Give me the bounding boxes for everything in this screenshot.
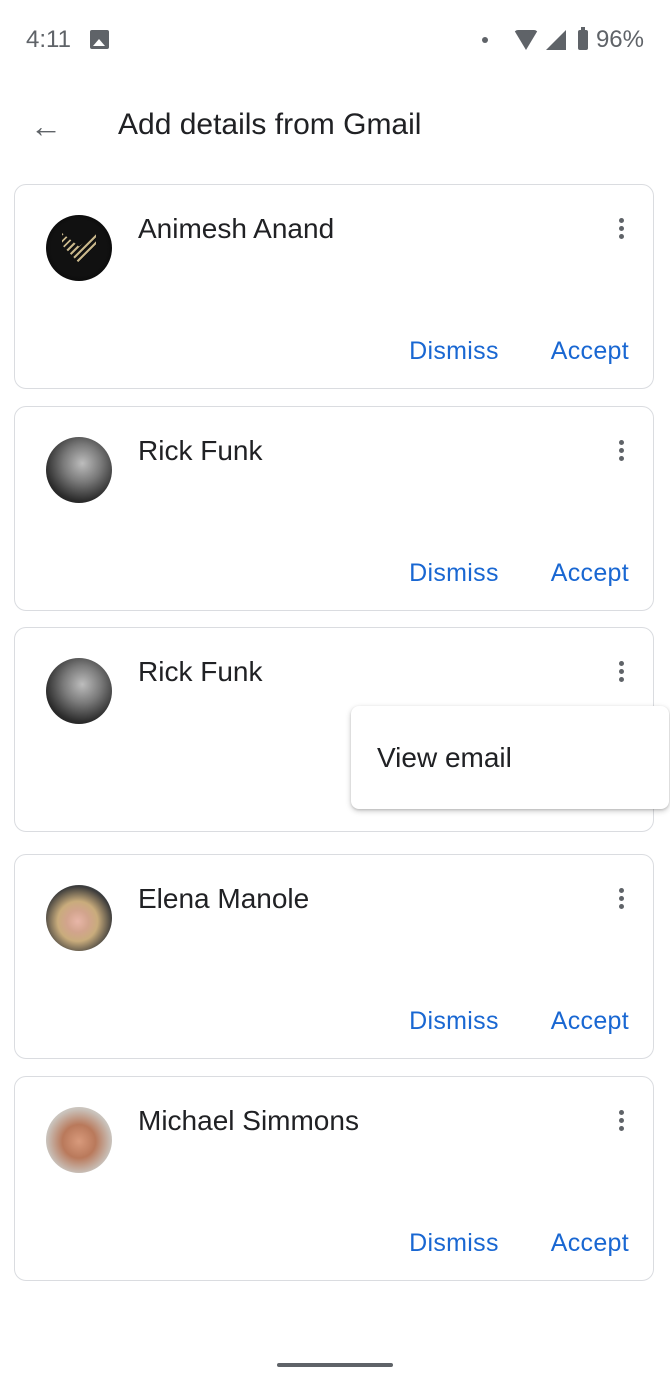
suggestion-card: Rick Funk Dismiss Accept xyxy=(14,406,654,611)
contact-name: Animesh Anand xyxy=(138,213,335,244)
dismiss-button[interactable]: Dismiss xyxy=(409,559,499,588)
accept-button[interactable]: Accept xyxy=(551,337,629,366)
more-vert-icon xyxy=(618,660,624,666)
overflow-menu: View email xyxy=(351,706,669,809)
image-icon xyxy=(90,30,109,49)
dismiss-button[interactable]: Dismiss xyxy=(409,1007,499,1036)
more-options-button[interactable] xyxy=(611,656,631,686)
more-vert-icon xyxy=(618,217,624,223)
accept-button[interactable]: Accept xyxy=(551,1229,629,1258)
more-vert-icon xyxy=(618,1109,624,1115)
avatar xyxy=(46,885,112,951)
contact-name: Rick Funk xyxy=(138,656,263,687)
suggestion-card: Michael Simmons Dismiss Accept xyxy=(14,1076,654,1281)
menu-item-view-email[interactable]: View email xyxy=(377,742,512,774)
contact-name: Michael Simmons xyxy=(138,1105,359,1136)
suggestion-card: Elena Manole Dismiss Accept xyxy=(14,854,654,1059)
status-bar: 4:11 96% xyxy=(0,0,670,80)
more-vert-icon xyxy=(618,887,624,893)
app-bar: ← Add details from Gmail xyxy=(0,90,670,162)
dismiss-button[interactable]: Dismiss xyxy=(409,337,499,366)
more-options-button[interactable] xyxy=(611,1105,631,1135)
avatar xyxy=(46,437,112,503)
more-options-button[interactable] xyxy=(611,213,631,243)
arrow-back-icon: ← xyxy=(30,107,62,144)
avatar xyxy=(46,215,112,281)
notification-dot-icon xyxy=(481,37,488,43)
status-time: 4:11 xyxy=(26,26,71,53)
accept-button[interactable]: Accept xyxy=(551,559,629,588)
more-options-button[interactable] xyxy=(611,435,631,465)
dismiss-button[interactable]: Dismiss xyxy=(409,1229,499,1258)
suggestion-card: Animesh Anand Dismiss Accept xyxy=(14,184,654,389)
wifi-icon xyxy=(513,30,538,50)
contact-name: Rick Funk xyxy=(138,435,263,466)
avatar xyxy=(46,1107,112,1173)
avatar xyxy=(46,658,112,724)
battery-percent: 96% xyxy=(595,26,644,53)
signal-icon xyxy=(545,30,566,50)
contact-name: Elena Manole xyxy=(138,883,310,914)
more-vert-icon xyxy=(618,439,624,445)
accept-button[interactable]: Accept xyxy=(551,1007,629,1036)
status-icons: 96% xyxy=(481,26,644,54)
back-button[interactable]: ← xyxy=(22,104,70,148)
battery-icon xyxy=(577,27,588,50)
page-title: Add details from Gmail xyxy=(118,108,422,141)
gesture-nav-handle[interactable] xyxy=(277,1363,393,1367)
more-options-button[interactable] xyxy=(611,883,631,913)
